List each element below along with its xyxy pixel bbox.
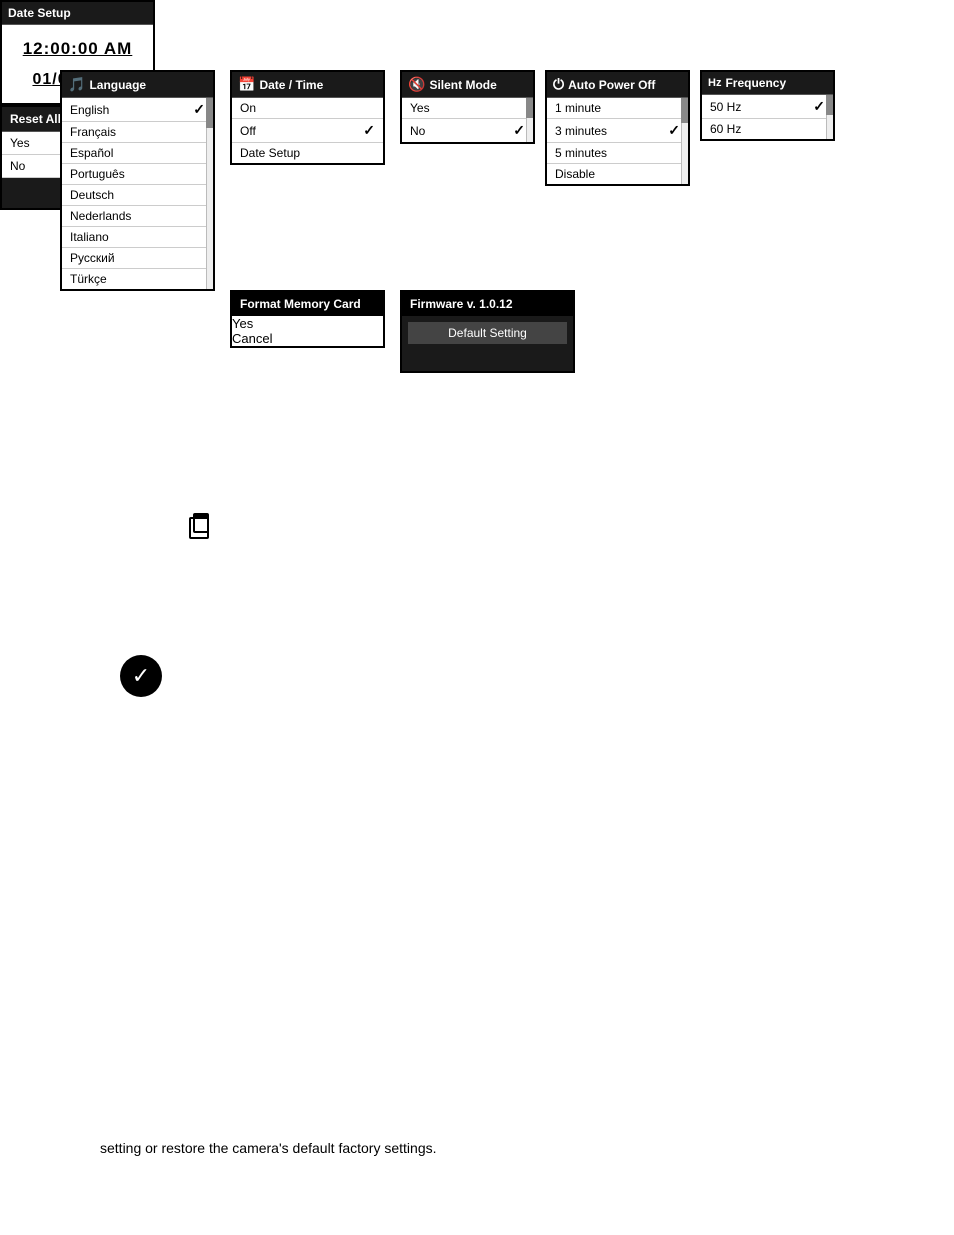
bottom-text: setting or restore the camera's default … [100, 1140, 437, 1156]
datetime-panel: 📅 Date / Time On Off ✓ Date Setup [230, 70, 385, 165]
format-panel: Format Memory Card Yes Cancel [230, 290, 385, 348]
list-item[interactable]: 1 minute [547, 98, 688, 119]
language-icon: 🎵 [68, 76, 85, 93]
list-item[interactable]: Yes [232, 316, 383, 331]
scroll-bar[interactable] [206, 98, 213, 289]
silent-panel: 🔇 Silent Mode Yes No ✓ [400, 70, 535, 144]
list-item[interactable]: On [232, 98, 383, 119]
check-icon-area: ✓ [120, 655, 162, 697]
list-item[interactable]: 5 minutes [547, 143, 688, 164]
copy-icon [185, 510, 215, 540]
list-item[interactable]: 60 Hz [702, 119, 833, 139]
autopower-items-wrapper: 1 minute 3 minutes ✓ 5 minutes Disable [547, 98, 688, 184]
format-items: Yes Cancel [232, 316, 383, 346]
frequency-panel-header: Hz Frequency [702, 72, 833, 95]
list-item[interactable]: Español [62, 143, 213, 164]
datetime-items: On Off ✓ Date Setup [232, 98, 383, 163]
frequency-items-wrapper: 50 Hz ✓ 60 Hz [702, 95, 833, 139]
scroll-thumb[interactable] [826, 95, 833, 115]
time-display: 12:00:00 AM [10, 33, 145, 65]
format-panel-header: Format Memory Card [232, 292, 383, 316]
language-items: English ✓ Français Español Português Deu… [62, 98, 213, 289]
list-item[interactable]: Cancel [232, 331, 383, 346]
scroll-thumb[interactable] [206, 98, 213, 128]
checkmark-icon: ✓ [120, 655, 162, 697]
list-item[interactable]: Français [62, 122, 213, 143]
datetime-icon: 📅 [238, 76, 255, 93]
silent-panel-header: 🔇 Silent Mode [402, 72, 533, 98]
scroll-bar[interactable] [826, 95, 833, 139]
list-item[interactable]: Русский [62, 248, 213, 269]
list-item[interactable]: Off ✓ [232, 119, 383, 143]
frequency-icon: Hz [708, 77, 721, 89]
firmware-panel: Firmware v. 1.0.12 Default Setting [400, 290, 575, 373]
silent-items: Yes No ✓ [402, 98, 533, 142]
language-items-wrapper: English ✓ Français Español Português Deu… [62, 98, 213, 289]
default-setting-button[interactable]: Default Setting [408, 322, 567, 344]
firmware-panel-header: Firmware v. 1.0.12 [402, 292, 573, 316]
silent-icon: 🔇 [408, 76, 425, 93]
check-icon: ✓ [668, 122, 680, 139]
language-panel: 🎵 Language English ✓ Français Español Po… [60, 70, 215, 291]
autopower-panel: ⏻ Auto Power Off 1 minute 3 minutes ✓ 5 … [545, 70, 690, 186]
list-item[interactable]: Yes [402, 98, 533, 119]
list-item[interactable]: English ✓ [62, 98, 213, 122]
datetime-panel-header: 📅 Date / Time [232, 72, 383, 98]
ui-container: 🎵 Language English ✓ Français Español Po… [0, 0, 954, 1235]
firmware-body: Default Setting [402, 316, 573, 371]
list-item[interactable]: Deutsch [62, 185, 213, 206]
list-item[interactable]: 3 minutes ✓ [547, 119, 688, 143]
silent-items-wrapper: Yes No ✓ [402, 98, 533, 142]
frequency-panel: Hz Frequency 50 Hz ✓ 60 Hz [700, 70, 835, 141]
autopower-items: 1 minute 3 minutes ✓ 5 minutes Disable [547, 98, 688, 184]
autopower-panel-header: ⏻ Auto Power Off [547, 72, 688, 98]
check-icon: ✓ [363, 122, 375, 139]
list-item[interactable]: Türkçe [62, 269, 213, 289]
scroll-bar[interactable] [681, 98, 688, 184]
check-icon: ✓ [193, 101, 205, 118]
frequency-items: 50 Hz ✓ 60 Hz [702, 95, 833, 139]
language-panel-header: 🎵 Language [62, 72, 213, 98]
copy-icon-area [185, 510, 215, 543]
scroll-thumb[interactable] [681, 98, 688, 123]
list-item[interactable]: 50 Hz ✓ [702, 95, 833, 119]
list-item[interactable]: Disable [547, 164, 688, 184]
list-item[interactable]: Date Setup [232, 143, 383, 163]
scroll-thumb[interactable] [526, 98, 533, 118]
list-item[interactable]: Português [62, 164, 213, 185]
scroll-bar[interactable] [526, 98, 533, 142]
power-icon: ⏻ [553, 76, 564, 93]
check-icon: ✓ [513, 122, 525, 139]
list-item[interactable]: Nederlands [62, 206, 213, 227]
list-item[interactable]: Italiano [62, 227, 213, 248]
list-item[interactable]: No ✓ [402, 119, 533, 142]
datesetup-header: Date Setup [2, 2, 153, 25]
check-icon: ✓ [813, 98, 825, 115]
